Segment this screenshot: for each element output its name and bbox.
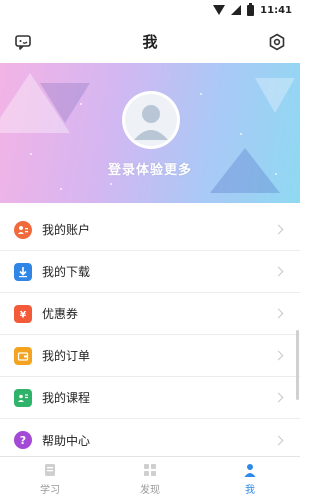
profile-banner: 登录体验更多 — [0, 63, 300, 203]
menu-item-label: 我的订单 — [42, 349, 91, 363]
login-prompt[interactable]: 登录体验更多 — [0, 159, 300, 178]
banner-decoration — [255, 78, 295, 113]
menu-item-label: 我的课程 — [42, 391, 91, 405]
coupon-icon: ¥ — [14, 304, 32, 323]
menu-item-label: 优惠券 — [42, 307, 79, 321]
chevron-right-icon — [273, 266, 284, 277]
menu-item-orders[interactable]: 我的订单 — [0, 335, 300, 377]
banner-decoration — [240, 133, 242, 135]
tab-label: 我 — [245, 484, 255, 496]
help-icon: ? — [14, 431, 32, 449]
tab-label: 发现 — [140, 484, 160, 496]
menu-item-label: 帮助中心 — [42, 433, 91, 448]
download-icon — [14, 262, 32, 281]
avatar-placeholder-icon — [134, 105, 168, 140]
study-icon — [45, 463, 55, 476]
banner-decoration — [30, 153, 32, 155]
me-icon — [244, 463, 256, 477]
menu-list: 我的账户 我的下载 ¥ 优惠券 我的订单 我的课程 ? 帮助中心 — [0, 203, 300, 461]
svg-text:¥: ¥ — [20, 310, 27, 320]
tab-study[interactable]: 学习 — [0, 457, 100, 500]
chevron-right-icon — [273, 392, 284, 403]
menu-item-courses[interactable]: 我的课程 — [0, 377, 300, 419]
banner-decoration — [80, 103, 82, 105]
banner-decoration — [110, 183, 112, 185]
avatar[interactable] — [122, 91, 180, 149]
wifi-icon — [213, 5, 226, 15]
battery-icon — [247, 2, 255, 16]
menu-item-account[interactable]: 我的账户 — [0, 209, 300, 251]
banner-decoration — [60, 188, 62, 190]
scrollbar[interactable] — [296, 330, 299, 400]
menu-item-label: 我的下载 — [42, 265, 91, 279]
message-icon[interactable] — [12, 31, 34, 53]
bottom-nav: 学习 发现 我 — [0, 456, 300, 500]
status-bar: 11:41 — [0, 0, 300, 20]
page-title: 我 — [142, 33, 158, 51]
menu-item-download[interactable]: 我的下载 — [0, 251, 300, 293]
cellular-signal-icon — [231, 5, 242, 15]
menu-item-label: 我的账户 — [42, 223, 91, 237]
header: 我 — [0, 20, 300, 63]
tab-discover[interactable]: 发现 — [100, 457, 200, 500]
chevron-right-icon — [273, 308, 284, 319]
account-icon — [14, 220, 32, 239]
chevron-right-icon — [273, 224, 284, 235]
discover-icon — [144, 463, 156, 476]
status-time: 11:41 — [260, 4, 292, 16]
banner-decoration — [40, 83, 90, 123]
course-icon — [14, 388, 32, 407]
chevron-right-icon — [273, 435, 284, 445]
settings-icon[interactable] — [266, 31, 288, 53]
tab-label: 学习 — [40, 484, 60, 496]
chevron-right-icon — [273, 350, 284, 361]
menu-item-help[interactable]: ? 帮助中心 — [0, 419, 300, 461]
tab-me[interactable]: 我 — [200, 457, 300, 500]
menu-item-coupon[interactable]: ¥ 优惠券 — [0, 293, 300, 335]
banner-decoration — [200, 93, 202, 95]
wallet-icon — [14, 346, 32, 365]
